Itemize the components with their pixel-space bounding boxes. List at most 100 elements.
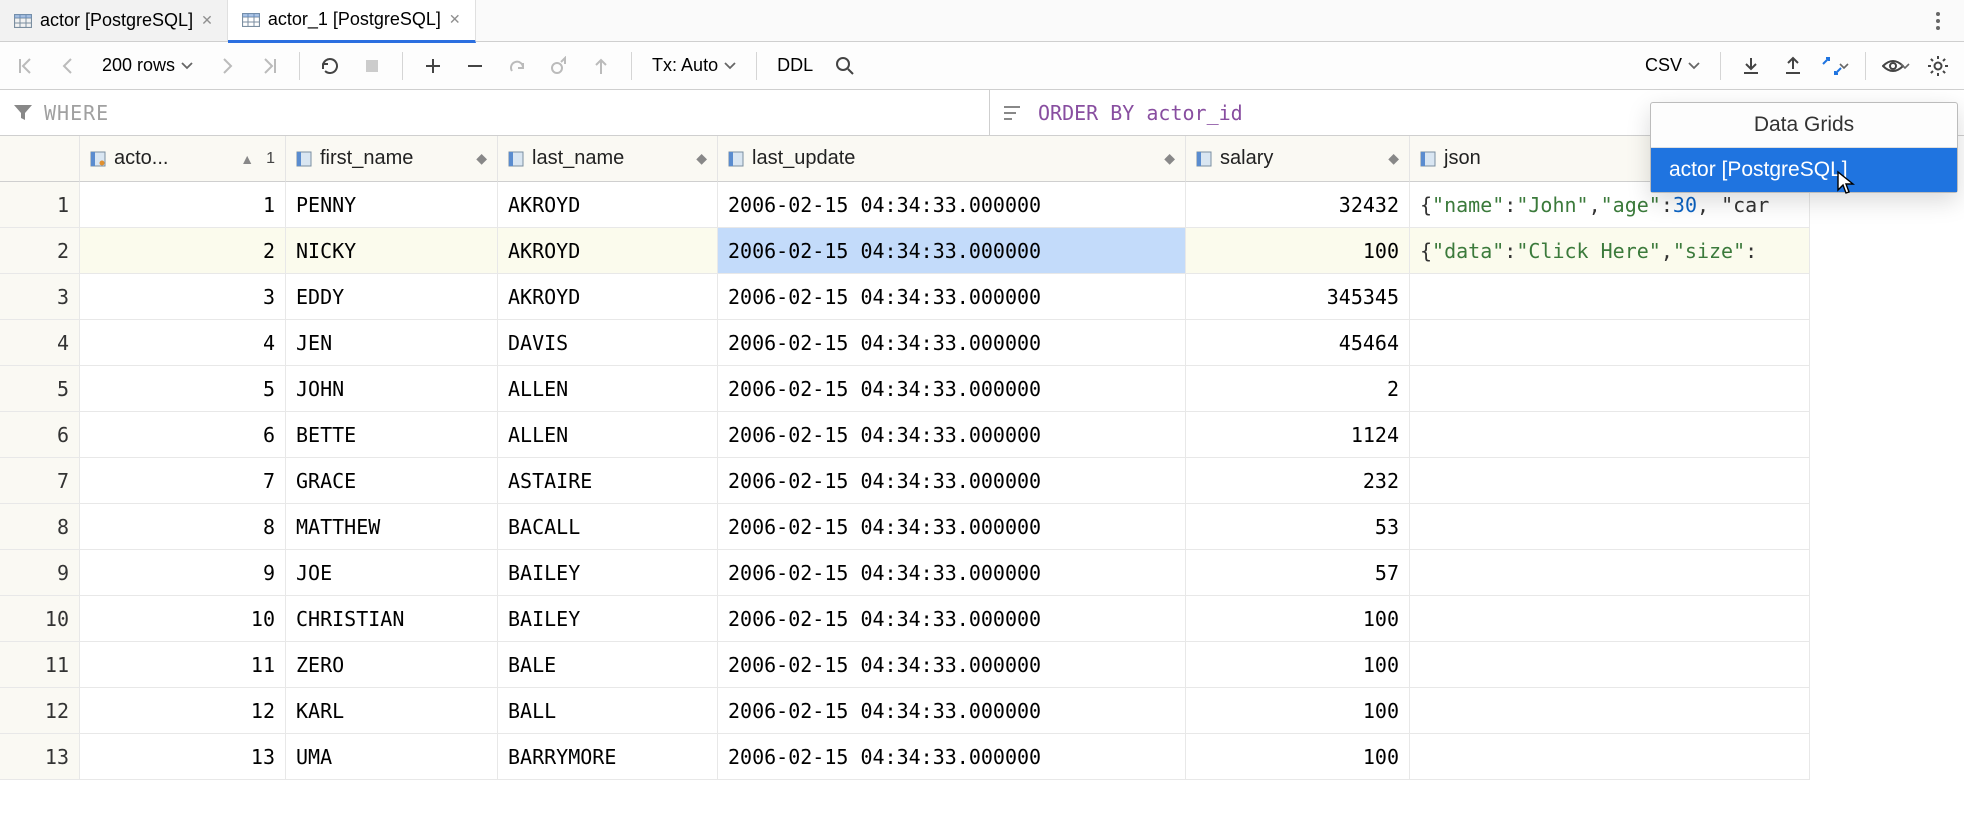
row-number[interactable]: 5 bbox=[0, 366, 80, 412]
cell-last-update[interactable]: 2006-02-15 04:34:33.000000 bbox=[718, 550, 1186, 596]
tabs-overflow-button[interactable] bbox=[1926, 9, 1950, 33]
cell-last-name[interactable]: AKROYD bbox=[498, 182, 718, 228]
cell-last-name[interactable]: AKROYD bbox=[498, 274, 718, 320]
close-icon[interactable]: ✕ bbox=[201, 12, 213, 29]
col-last-update[interactable]: last_update ◆ bbox=[718, 136, 1186, 182]
tab-actor[interactable]: actor [PostgreSQL] ✕ bbox=[0, 0, 228, 41]
reload-button[interactable] bbox=[312, 48, 348, 84]
cell-json[interactable] bbox=[1410, 366, 1810, 412]
cell-first-name[interactable]: JEN bbox=[286, 320, 498, 366]
cell-actor-id[interactable]: 7 bbox=[80, 458, 286, 504]
cell-actor-id[interactable]: 2 bbox=[80, 228, 286, 274]
row-number[interactable]: 1 bbox=[0, 182, 80, 228]
cell-salary[interactable]: 32432 bbox=[1186, 182, 1410, 228]
cell-first-name[interactable]: EDDY bbox=[286, 274, 498, 320]
cell-last-update[interactable]: 2006-02-15 04:34:33.000000 bbox=[718, 366, 1186, 412]
settings-button[interactable] bbox=[1920, 48, 1956, 84]
row-number[interactable]: 13 bbox=[0, 734, 80, 780]
cell-salary[interactable]: 2 bbox=[1186, 366, 1410, 412]
cell-salary[interactable]: 100 bbox=[1186, 228, 1410, 274]
cell-last-update[interactable]: 2006-02-15 04:34:33.000000 bbox=[718, 642, 1186, 688]
cell-json[interactable] bbox=[1410, 642, 1810, 688]
tx-mode-dropdown[interactable]: Tx: Auto bbox=[644, 55, 744, 76]
cell-json[interactable] bbox=[1410, 412, 1810, 458]
cell-last-name[interactable]: BALL bbox=[498, 688, 718, 734]
col-first-name[interactable]: first_name ◆ bbox=[286, 136, 498, 182]
cell-salary[interactable]: 45464 bbox=[1186, 320, 1410, 366]
next-page-button[interactable] bbox=[209, 48, 245, 84]
cell-last-update[interactable]: 2006-02-15 04:34:33.000000 bbox=[718, 458, 1186, 504]
popup-item-actor[interactable]: actor [PostgreSQL] bbox=[1651, 148, 1957, 192]
cell-first-name[interactable]: NICKY bbox=[286, 228, 498, 274]
cell-last-update[interactable]: 2006-02-15 04:34:33.000000 bbox=[718, 182, 1186, 228]
cell-last-name[interactable]: ASTAIRE bbox=[498, 458, 718, 504]
cell-last-update[interactable]: 2006-02-15 04:34:33.000000 bbox=[718, 228, 1186, 274]
where-filter[interactable]: WHERE bbox=[0, 90, 990, 135]
cell-actor-id[interactable]: 6 bbox=[80, 412, 286, 458]
cell-last-update[interactable]: 2006-02-15 04:34:33.000000 bbox=[718, 734, 1186, 780]
cell-actor-id[interactable]: 13 bbox=[80, 734, 286, 780]
row-number[interactable]: 10 bbox=[0, 596, 80, 642]
view-mode-button[interactable] bbox=[1878, 48, 1914, 84]
cell-first-name[interactable]: JOE bbox=[286, 550, 498, 596]
export-format-dropdown[interactable]: CSV bbox=[1637, 55, 1708, 76]
cell-actor-id[interactable]: 8 bbox=[80, 504, 286, 550]
cell-first-name[interactable]: MATTHEW bbox=[286, 504, 498, 550]
revert-button[interactable] bbox=[499, 48, 535, 84]
stop-button[interactable] bbox=[354, 48, 390, 84]
cell-json[interactable] bbox=[1410, 596, 1810, 642]
col-actor-id[interactable]: acto... ▲ 1 bbox=[80, 136, 286, 182]
row-number[interactable]: 7 bbox=[0, 458, 80, 504]
cell-last-name[interactable]: DAVIS bbox=[498, 320, 718, 366]
cell-salary[interactable]: 100 bbox=[1186, 734, 1410, 780]
cell-actor-id[interactable]: 11 bbox=[80, 642, 286, 688]
close-icon[interactable]: ✕ bbox=[449, 11, 461, 28]
col-last-name[interactable]: last_name ◆ bbox=[498, 136, 718, 182]
cell-first-name[interactable]: KARL bbox=[286, 688, 498, 734]
cell-json[interactable] bbox=[1410, 320, 1810, 366]
cell-salary[interactable]: 232 bbox=[1186, 458, 1410, 504]
cell-last-name[interactable]: AKROYD bbox=[498, 228, 718, 274]
cell-first-name[interactable]: CHRISTIAN bbox=[286, 596, 498, 642]
cell-last-name[interactable]: BACALL bbox=[498, 504, 718, 550]
cell-last-name[interactable]: BALE bbox=[498, 642, 718, 688]
submit-button[interactable] bbox=[583, 48, 619, 84]
search-button[interactable] bbox=[827, 48, 863, 84]
cell-actor-id[interactable]: 4 bbox=[80, 320, 286, 366]
cell-salary[interactable]: 1124 bbox=[1186, 412, 1410, 458]
cell-json[interactable] bbox=[1410, 550, 1810, 596]
first-page-button[interactable] bbox=[8, 48, 44, 84]
cell-last-update[interactable]: 2006-02-15 04:34:33.000000 bbox=[718, 320, 1186, 366]
cell-actor-id[interactable]: 3 bbox=[80, 274, 286, 320]
export-button[interactable] bbox=[1733, 48, 1769, 84]
rows-limit-dropdown[interactable]: 200 rows bbox=[92, 51, 203, 80]
cell-last-name[interactable]: ALLEN bbox=[498, 366, 718, 412]
cell-json[interactable] bbox=[1410, 274, 1810, 320]
cell-last-name[interactable]: BAILEY bbox=[498, 550, 718, 596]
row-number[interactable]: 12 bbox=[0, 688, 80, 734]
compare-button[interactable] bbox=[1817, 48, 1853, 84]
order-by-filter[interactable]: ORDER BY actor_id bbox=[990, 90, 1243, 135]
cell-first-name[interactable]: UMA bbox=[286, 734, 498, 780]
commit-button[interactable] bbox=[541, 48, 577, 84]
cell-last-update[interactable]: 2006-02-15 04:34:33.000000 bbox=[718, 504, 1186, 550]
cell-json[interactable] bbox=[1410, 458, 1810, 504]
add-row-button[interactable] bbox=[415, 48, 451, 84]
col-salary[interactable]: salary ◆ bbox=[1186, 136, 1410, 182]
row-number[interactable]: 4 bbox=[0, 320, 80, 366]
cell-first-name[interactable]: ZERO bbox=[286, 642, 498, 688]
cell-actor-id[interactable]: 5 bbox=[80, 366, 286, 412]
cell-salary[interactable]: 100 bbox=[1186, 642, 1410, 688]
cell-salary[interactable]: 100 bbox=[1186, 688, 1410, 734]
cell-actor-id[interactable]: 12 bbox=[80, 688, 286, 734]
remove-row-button[interactable] bbox=[457, 48, 493, 84]
cell-json[interactable] bbox=[1410, 688, 1810, 734]
cell-last-name[interactable]: BAILEY bbox=[498, 596, 718, 642]
import-button[interactable] bbox=[1775, 48, 1811, 84]
cell-salary[interactable]: 100 bbox=[1186, 596, 1410, 642]
cell-json[interactable] bbox=[1410, 504, 1810, 550]
cell-salary[interactable]: 57 bbox=[1186, 550, 1410, 596]
row-number[interactable]: 9 bbox=[0, 550, 80, 596]
cell-actor-id[interactable]: 9 bbox=[80, 550, 286, 596]
cell-last-update[interactable]: 2006-02-15 04:34:33.000000 bbox=[718, 412, 1186, 458]
